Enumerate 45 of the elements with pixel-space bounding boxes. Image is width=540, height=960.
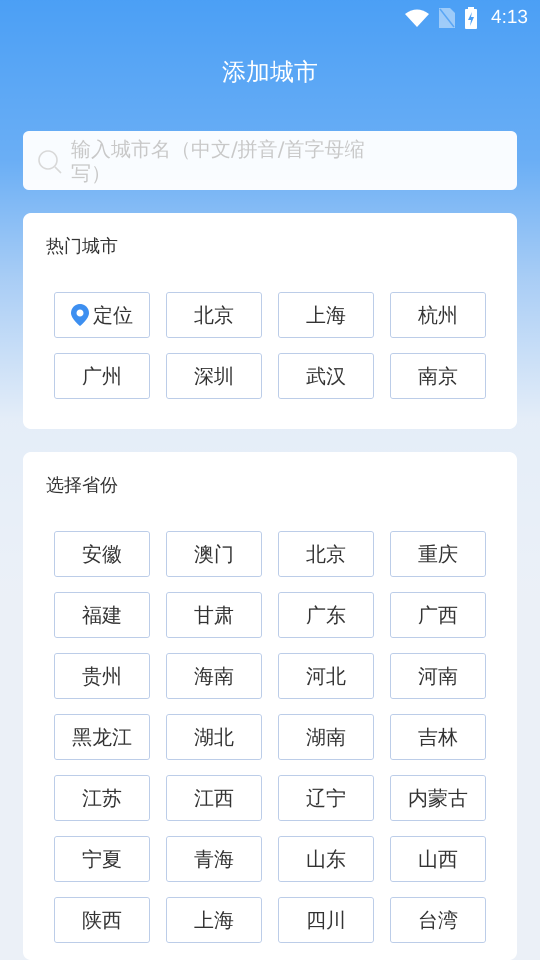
page-title: 添加城市 bbox=[222, 57, 318, 88]
province-chip[interactable]: 湖南 bbox=[278, 714, 374, 760]
section-title: 热门城市 bbox=[46, 235, 119, 259]
province-chip[interactable]: 重庆 bbox=[390, 531, 486, 577]
province-chip[interactable]: 广西 bbox=[390, 592, 486, 638]
section-title: 选择省份 bbox=[46, 474, 119, 498]
province-chip[interactable]: 江西 bbox=[166, 775, 262, 821]
province-chip[interactable]: 山东 bbox=[278, 836, 374, 882]
province-chip[interactable]: 青海 bbox=[166, 836, 262, 882]
province-chip[interactable]: 上海 bbox=[166, 897, 262, 943]
city-chip[interactable]: 杭州 bbox=[390, 292, 486, 338]
city-chip[interactable]: 南京 bbox=[390, 353, 486, 399]
city-chip[interactable]: 广州 bbox=[54, 353, 150, 399]
city-chip[interactable]: 武汉 bbox=[278, 353, 374, 399]
province-chip[interactable]: 贵州 bbox=[54, 653, 150, 699]
province-chip[interactable]: 广东 bbox=[278, 592, 374, 638]
province-chip[interactable]: 福建 bbox=[54, 592, 150, 638]
city-chip[interactable]: 上海 bbox=[278, 292, 374, 338]
province-chip[interactable]: 吉林 bbox=[390, 714, 486, 760]
province-chip[interactable]: 黑龙江 bbox=[54, 714, 150, 760]
province-chip[interactable]: 河北 bbox=[278, 653, 374, 699]
province-chip[interactable]: 辽宁 bbox=[278, 775, 374, 821]
search-icon bbox=[37, 149, 63, 175]
province-chip[interactable]: 宁夏 bbox=[54, 836, 150, 882]
province-chip[interactable]: 湖北 bbox=[166, 714, 262, 760]
province-chip[interactable]: 安徽 bbox=[54, 531, 150, 577]
city-chip[interactable]: 北京 bbox=[166, 292, 262, 338]
province-chip[interactable]: 江苏 bbox=[54, 775, 150, 821]
no-sim-icon bbox=[439, 8, 456, 28]
location-pin-icon bbox=[71, 304, 89, 326]
province-chip[interactable]: 四川 bbox=[278, 897, 374, 943]
province-chip[interactable]: 山西 bbox=[390, 836, 486, 882]
province-chip[interactable]: 澳门 bbox=[166, 531, 262, 577]
province-chip[interactable]: 北京 bbox=[278, 531, 374, 577]
province-chip[interactable]: 河南 bbox=[390, 653, 486, 699]
province-chip[interactable]: 海南 bbox=[166, 653, 262, 699]
province-chip[interactable]: 陕西 bbox=[54, 897, 150, 943]
city-chip[interactable]: 深圳 bbox=[166, 353, 262, 399]
clock-time: 4:13 bbox=[491, 7, 528, 29]
wifi-icon bbox=[405, 9, 430, 27]
province-chip[interactable]: 内蒙古 bbox=[390, 775, 486, 821]
battery-charging-icon bbox=[465, 7, 478, 29]
province-chip[interactable]: 台湾 bbox=[390, 897, 486, 943]
location-chip[interactable]: 定位 bbox=[54, 292, 150, 338]
province-chip[interactable]: 甘肃 bbox=[166, 592, 262, 638]
